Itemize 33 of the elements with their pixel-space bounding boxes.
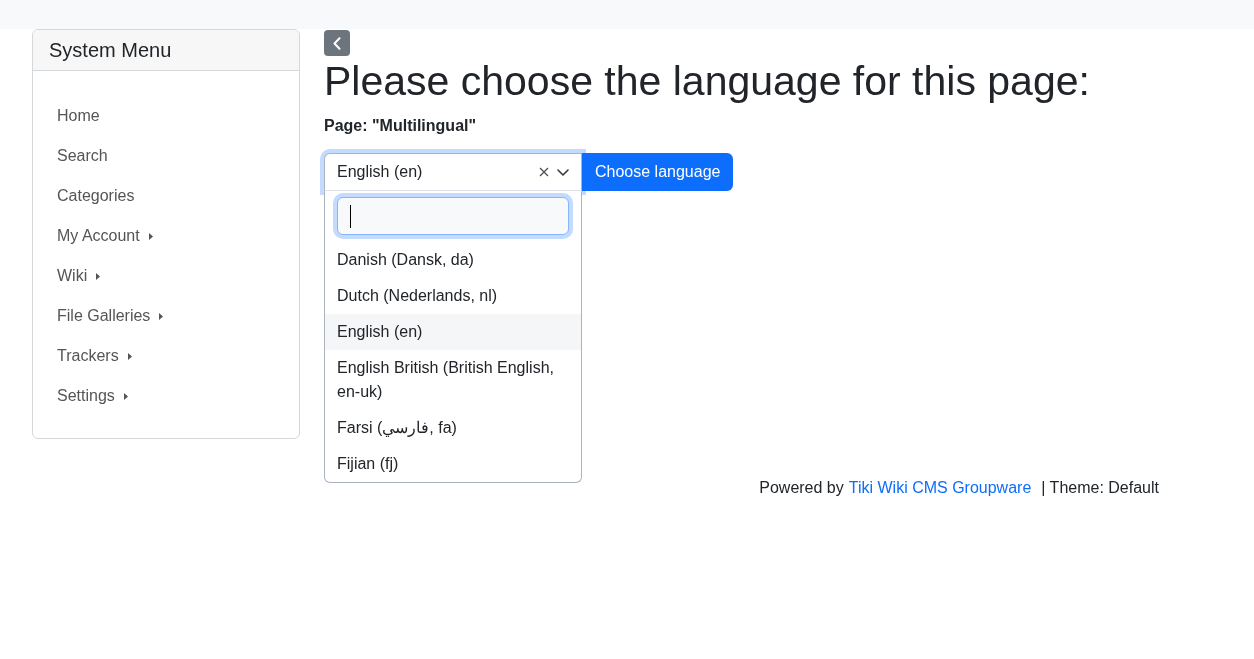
menu-link[interactable]: File Galleries (57, 305, 164, 327)
menu-link[interactable]: Categories (57, 185, 135, 207)
menu-link[interactable]: Settings (57, 385, 128, 407)
menu-link[interactable]: Home (57, 105, 100, 127)
caret-right-icon (148, 232, 153, 240)
text-cursor-icon (350, 205, 351, 228)
language-option[interactable]: Danish (Dansk, da) (325, 242, 581, 278)
caret-right-icon (159, 312, 164, 320)
chevron-down-icon (557, 168, 569, 176)
menu-link[interactable]: Wiki (57, 265, 101, 287)
menu-title: System Menu (49, 38, 172, 63)
language-option[interactable]: Dutch (Nederlands, nl) (325, 278, 581, 314)
choose-language-button[interactable]: Choose language (582, 153, 734, 191)
caret-right-icon (127, 352, 132, 360)
language-option[interactable]: Farsi (فارسي, fa) (325, 410, 581, 446)
close-icon[interactable] (539, 167, 549, 177)
footer-link[interactable]: Tiki Wiki CMS Groupware (848, 476, 1032, 500)
language-option[interactable]: English (en) (325, 314, 581, 350)
menu-link[interactable]: Search (57, 145, 108, 167)
menu-link[interactable]: Trackers (57, 345, 132, 367)
search-field[interactable] (337, 197, 569, 235)
page-heading: Please choose the language for this page: (324, 57, 1091, 105)
back-button[interactable] (324, 30, 350, 56)
page-name-label: Page: "Multilingual" (324, 116, 478, 136)
menu-link[interactable]: My Account (57, 225, 153, 247)
chevron-left-icon (333, 36, 341, 50)
language-select[interactable]: English (en) (324, 153, 582, 191)
theme-text: | Theme: Default (1041, 478, 1159, 498)
caret-right-icon (96, 272, 101, 280)
caret-right-icon (123, 392, 128, 400)
language-option[interactable]: English British (British English, en-uk) (325, 350, 581, 410)
language-option[interactable]: Fijian (fj) (325, 446, 581, 482)
powered-by-text: Powered by (759, 478, 844, 498)
